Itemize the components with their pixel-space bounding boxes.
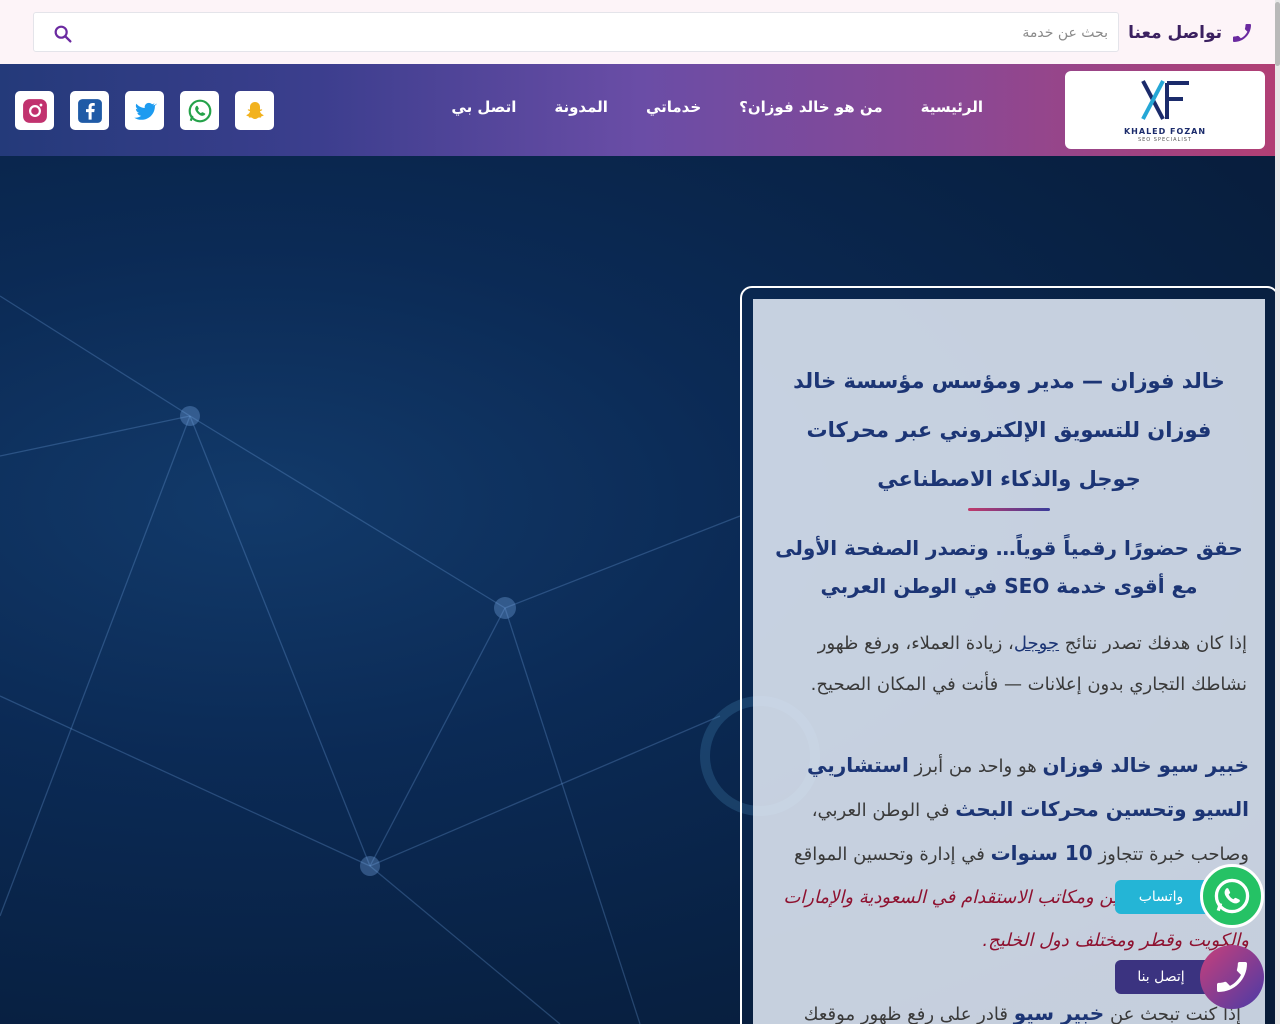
logo-mark-icon bbox=[1141, 80, 1189, 120]
intro-card: خالد فوزان — مدير ومؤسس مؤسسة خالد فوزان… bbox=[753, 299, 1265, 1024]
card-title: خالد فوزان — مدير ومؤسس مؤسسة خالد فوزان… bbox=[793, 369, 1225, 491]
whatsapp-float-button[interactable] bbox=[1200, 864, 1264, 928]
cta-paragraph: إذا كنت تبحث عن خبير سيو قادر على رفع ظه… bbox=[761, 993, 1241, 1024]
facebook-icon bbox=[77, 98, 102, 123]
logo-tagline: SEO SPECIALIST bbox=[1137, 137, 1193, 143]
nav-item-about[interactable]: من هو خالد فوزان؟ bbox=[739, 98, 883, 116]
strong-text: خبير سيو خالد فوزان bbox=[1042, 753, 1249, 777]
google-link[interactable]: جوجل bbox=[1014, 633, 1059, 654]
phone-icon bbox=[1217, 962, 1247, 992]
strong-text: خبير سيو bbox=[1013, 1001, 1105, 1024]
body-text: قادر على رفع ظهور موقعك bbox=[803, 1004, 1014, 1024]
logo-name: KHALED FOZAN bbox=[1123, 127, 1207, 136]
scrollbar-thumb[interactable] bbox=[1275, 2, 1280, 66]
social-links bbox=[15, 91, 274, 130]
about-paragraph: خبير سيو خالد فوزان هو واحد من أبرز استش… bbox=[765, 744, 1249, 962]
nav-item-services[interactable]: خدماتي bbox=[646, 98, 701, 116]
phone-icon bbox=[1233, 24, 1251, 42]
site-logo[interactable]: KHALED FOZAN SEO SPECIALIST bbox=[1065, 71, 1265, 149]
contact-link[interactable]: تواصل معنا bbox=[1128, 16, 1254, 50]
snapchat-icon bbox=[245, 101, 264, 119]
nav-item-contact[interactable]: اتصل بي bbox=[451, 98, 516, 116]
instagram-link[interactable] bbox=[15, 91, 54, 130]
strong-text: 10 سنوات bbox=[990, 841, 1093, 865]
call-float-button[interactable] bbox=[1200, 945, 1264, 1009]
whatsapp-icon bbox=[188, 99, 211, 122]
top-bar: تواصل معنا bbox=[0, 0, 1280, 64]
body-text: في إدارة وتحسين المواقع bbox=[794, 844, 991, 865]
nav-menu: الرئيسية من هو خالد فوزان؟ خدماتي المدون… bbox=[451, 98, 983, 116]
search-box bbox=[33, 12, 1119, 52]
twitter-link[interactable] bbox=[125, 91, 164, 130]
search-input[interactable] bbox=[148, 19, 1108, 47]
body-text: هو واحد من أبرز bbox=[908, 756, 1043, 777]
search-icon[interactable] bbox=[52, 23, 74, 45]
nav-item-home[interactable]: الرئيسية bbox=[921, 98, 983, 116]
whatsapp-float-label[interactable]: واتساب bbox=[1115, 880, 1207, 914]
instagram-icon bbox=[22, 98, 47, 123]
facebook-link[interactable] bbox=[70, 91, 109, 130]
call-float-label[interactable]: إتصل بنا bbox=[1115, 960, 1207, 994]
main-navigation: KHALED FOZAN SEO SPECIALIST الرئيسية من … bbox=[0, 64, 1280, 156]
intro-paragraph: إذا كان هدفك تصدر نتائج جوجل، زيادة العم… bbox=[767, 623, 1247, 705]
snapchat-link[interactable] bbox=[235, 91, 274, 130]
nav-item-blog[interactable]: المدونة bbox=[554, 98, 608, 116]
card-subtitle: حقق حضورًا رقمياً قوياً… وتصدر الصفحة ال… bbox=[775, 536, 1243, 598]
whatsapp-icon bbox=[1214, 878, 1250, 914]
twitter-icon bbox=[133, 102, 157, 120]
whatsapp-link[interactable] bbox=[180, 91, 219, 130]
intro-text: إذا كان هدفك تصدر نتائج bbox=[1059, 633, 1247, 654]
title-divider bbox=[968, 508, 1050, 511]
page-scrollbar[interactable] bbox=[1275, 0, 1280, 1024]
contact-label: تواصل معنا bbox=[1128, 23, 1222, 43]
